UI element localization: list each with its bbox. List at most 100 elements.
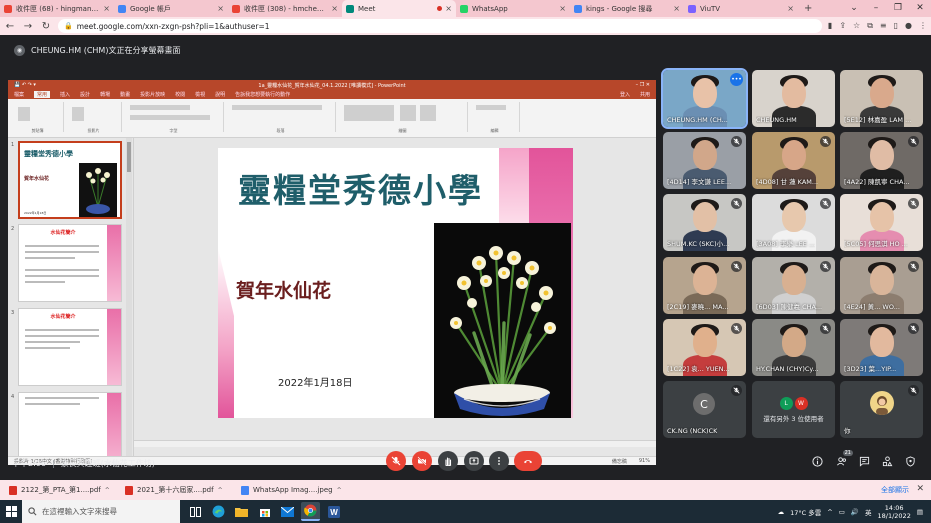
url-input[interactable]: 🔒 meet.google.com/xxn-zxgn-psh?pli=1&aut…	[58, 19, 822, 33]
start-button[interactable]	[0, 500, 22, 523]
shapes-gallery[interactable]	[344, 105, 394, 121]
thumbnail-scrollbar[interactable]	[126, 138, 132, 456]
ppt-tell-me[interactable]: 告訴我您想要執行的動作	[235, 91, 290, 98]
participant-tile[interactable]: [4A22] 陳凱寧 CHA...	[840, 132, 923, 189]
host-controls-button[interactable]	[903, 454, 917, 468]
close-tab-icon[interactable]: ×	[331, 4, 338, 13]
participant-tile[interactable]: [6D03] 陳健羲 CHA...	[752, 257, 835, 314]
ppt-menu-item[interactable]: 投影片放映	[140, 91, 165, 98]
participant-tile[interactable]: [3A08] 李樂 LEE ...	[752, 194, 835, 251]
profile-avatar-icon[interactable]: ●	[905, 21, 912, 31]
chrome-icon[interactable]	[301, 502, 320, 521]
browser-tab[interactable]: WhatsApp ×	[456, 0, 570, 17]
raise-hand-button[interactable]	[438, 451, 458, 471]
participant-tile-ck[interactable]: C CK.NG (NCK)CK	[663, 381, 746, 438]
download-item[interactable]: 2021_第十六屆家....pdf ^	[122, 482, 232, 498]
weather-icon[interactable]: ☁	[778, 508, 785, 516]
chat-button[interactable]	[857, 454, 871, 468]
close-downloads-icon[interactable]: ✕	[916, 484, 924, 494]
ppt-menu-item[interactable]: 檢視	[195, 91, 205, 98]
restore-button[interactable]: ❐	[887, 0, 909, 17]
activities-button[interactable]	[880, 454, 894, 468]
ppt-menu-item[interactable]: 校閱	[175, 91, 185, 98]
slide-thumbnail-2[interactable]: 水仙花簡介	[18, 224, 122, 302]
ppt-menu-item[interactable]: 說明	[215, 91, 225, 98]
chevron-up-icon[interactable]: ^	[218, 487, 223, 494]
browser-tab-meet[interactable]: Meet ×	[342, 0, 456, 17]
close-window-button[interactable]: ✕	[909, 0, 931, 17]
camera-in-use-icon[interactable]: ▮	[828, 21, 832, 31]
ppt-signin[interactable]: 登入	[620, 91, 630, 98]
ppt-menu-item[interactable]: 插入	[60, 91, 70, 98]
participant-tile[interactable]: SHUM.KC (SKC)小...	[663, 194, 746, 251]
taskbar-clock[interactable]: 14:06 18/1/2022	[878, 504, 911, 520]
close-tab-icon[interactable]: ×	[445, 4, 452, 13]
font-style-buttons[interactable]	[130, 115, 210, 120]
more-options-button[interactable]	[489, 451, 509, 471]
browser-tab[interactable]: 收件匣 (68) - hingmankaren@...×	[0, 0, 114, 17]
tab-search-icon[interactable]: ⌄	[843, 0, 865, 17]
share-icon[interactable]: ⇪	[839, 21, 846, 31]
new-tab-button[interactable]: +	[798, 0, 818, 17]
people-button[interactable]: 21	[834, 450, 853, 468]
font-family-select[interactable]	[130, 105, 190, 110]
notifications-icon[interactable]: ▤	[917, 508, 923, 516]
mic-off-button[interactable]	[386, 451, 406, 471]
ppt-menu-item[interactable]: 動畫	[120, 91, 130, 98]
paste-icon[interactable]	[18, 107, 30, 121]
close-tab-icon[interactable]: ×	[673, 4, 680, 13]
camera-off-button[interactable]	[412, 451, 432, 471]
participant-tile[interactable]: [5E12] 林嘉盈 LAM ...	[840, 70, 923, 127]
network-icon[interactable]: ▭	[839, 508, 845, 516]
self-tile[interactable]: 你	[840, 381, 923, 438]
ppt-menu-item[interactable]: 轉場	[100, 91, 110, 98]
reading-list-icon[interactable]: ≡	[880, 21, 887, 31]
word-icon[interactable]: W	[324, 502, 343, 521]
ppt-menu-item[interactable]: 設計	[80, 91, 90, 98]
others-tile[interactable]: L W 還有另外 3 位使用者	[752, 381, 835, 438]
arrange-icon[interactable]	[400, 105, 416, 121]
participant-tile[interactable]: CHEUNG.HM	[752, 70, 835, 127]
present-now-button[interactable]	[464, 451, 484, 471]
ppt-share[interactable]: 共用	[640, 91, 650, 98]
close-tab-icon[interactable]: ×	[217, 4, 224, 13]
task-view-icon[interactable]	[186, 502, 205, 521]
minimize-button[interactable]: –	[865, 0, 887, 17]
back-icon[interactable]: ←	[4, 21, 16, 32]
download-item[interactable]: 2122_第_PTA_第1....pdf ^	[6, 482, 116, 498]
mail-icon[interactable]	[278, 502, 297, 521]
participant-tile[interactable]: HY.CHAN (CHY)Cy...	[752, 319, 835, 376]
close-tab-icon[interactable]: ×	[787, 4, 794, 13]
participant-tile[interactable]: ••• CHEUNG.HM (CH...	[661, 68, 748, 129]
quick-styles-icon[interactable]	[420, 105, 436, 121]
ime-indicator[interactable]: 英	[865, 507, 872, 517]
slide-thumbnail-3[interactable]: 水仙花簡介	[18, 308, 122, 386]
participant-tile[interactable]: [4E24] 黃... WO...	[840, 257, 923, 314]
browser-tab[interactable]: kings - Google 搜尋 ×	[570, 0, 684, 17]
close-tab-icon[interactable]: ×	[559, 4, 566, 13]
ppt-menu-item[interactable]: 檔案	[14, 91, 24, 98]
find-replace-buttons[interactable]	[476, 105, 506, 110]
ppt-menu-item-home[interactable]: 常用	[34, 91, 51, 98]
weather-text[interactable]: 17°C 多雲	[790, 507, 821, 517]
participant-tile[interactable]: [4D08] 甘 蓮 KAM...	[752, 132, 835, 189]
slide-thumbnail-1[interactable]: 靈糧堂秀德小學 賀年水仙花 2022年1月18日	[18, 141, 122, 219]
bookmark-star-icon[interactable]: ☆	[853, 21, 860, 31]
chevron-up-icon[interactable]: ^	[337, 487, 342, 494]
extension-icon[interactable]: ⧉	[867, 21, 873, 31]
participant-tile[interactable]: [1C22] 袁... YUEN...	[663, 319, 746, 376]
chevron-up-icon[interactable]: ^	[105, 487, 110, 494]
close-tab-icon[interactable]: ×	[103, 4, 110, 13]
menu-kebab-icon[interactable]: ⋮	[919, 21, 927, 31]
browser-tab[interactable]: Google 帳戶 ×	[114, 0, 228, 17]
scrollbar-thumb[interactable]	[127, 142, 131, 172]
store-icon[interactable]	[255, 502, 274, 521]
meeting-info-button[interactable]	[810, 454, 824, 468]
browser-tab[interactable]: ViuTV ×	[684, 0, 798, 17]
download-item[interactable]: WhatsApp Imag....jpeg ^	[238, 482, 348, 498]
lock-icon[interactable]: 🔒	[64, 22, 73, 30]
show-all-downloads-button[interactable]: 全部顯示	[881, 485, 909, 495]
reload-icon[interactable]: ↻	[40, 21, 52, 32]
participant-tile[interactable]: [5C05] 何思淇 HO ...	[840, 194, 923, 251]
volume-icon[interactable]: 🔊	[851, 508, 859, 516]
